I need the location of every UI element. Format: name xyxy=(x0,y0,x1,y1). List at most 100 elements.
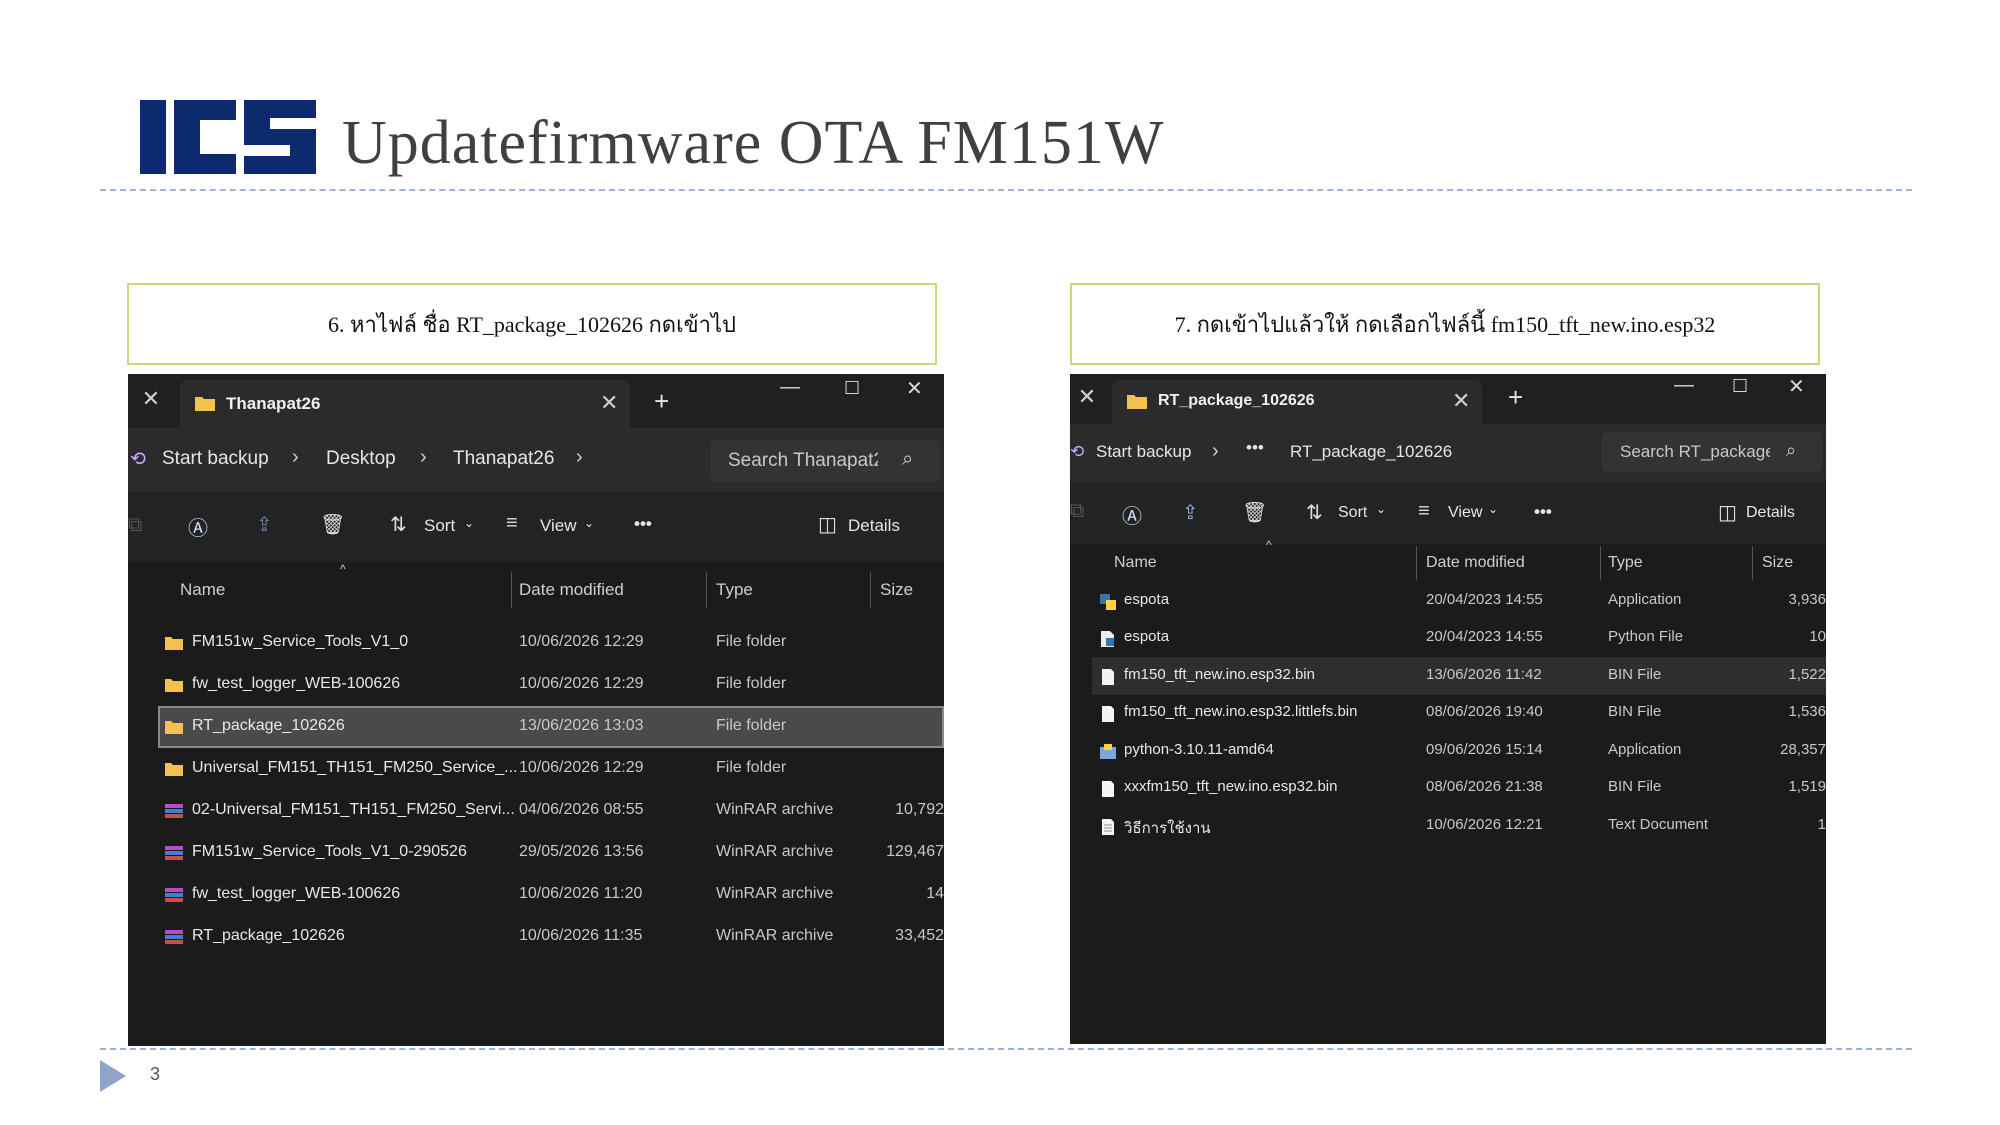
file-type: BIN File xyxy=(1608,703,1662,721)
sort-button[interactable]: Sort xyxy=(424,516,455,536)
file-row[interactable]: espota 20/04/2023 14:55 Python File 10 xyxy=(1092,620,1826,658)
file-row[interactable]: RT_package_102626 13/06/2026 13:03 File fo… xyxy=(158,706,944,748)
details-button[interactable]: Details xyxy=(848,516,900,536)
breadcrumb-overflow[interactable]: ••• xyxy=(1246,438,1264,458)
close-icon[interactable]: ✕ xyxy=(1452,388,1470,414)
close-tab-icon[interactable]: ✕ xyxy=(1074,384,1100,410)
chevron-right-icon[interactable]: › xyxy=(420,446,427,469)
step-6-text: 6. หาไฟล์ ชื่อ RT_package_102626 กดเข้าไ… xyxy=(327,311,737,337)
file-type: File folder xyxy=(716,717,787,734)
close-icon[interactable]: ✕ xyxy=(600,390,618,416)
breadcrumb-start-backup[interactable]: Start backup xyxy=(162,448,269,470)
file-row[interactable]: วิธีการใช้งาน 10/06/2026 12:21 Text Docume… xyxy=(1092,807,1826,845)
file-date-modified: 09/06/2026 15:14 xyxy=(1426,740,1543,758)
close-window-button[interactable]: ✕ xyxy=(906,376,923,401)
view-button[interactable]: View xyxy=(540,516,577,536)
column-date-modified[interactable]: Date modified xyxy=(1426,554,1525,572)
maximize-button[interactable]: ☐ xyxy=(844,378,860,399)
sort-button[interactable]: Sort xyxy=(1338,504,1367,522)
breadcrumb-thanapat26[interactable]: Thanapat26 xyxy=(453,448,554,470)
chevron-down-icon[interactable]: ⌄ xyxy=(584,516,594,530)
breadcrumb-rt-package[interactable]: RT_package_102626 xyxy=(1290,442,1452,462)
file-row[interactable]: fm150_tft_new.ino.esp32.bin 13/06/2026 11… xyxy=(1092,657,1826,695)
copy-icon[interactable]: ⧉ xyxy=(1070,500,1084,523)
breadcrumb-start-backup[interactable]: Start backup xyxy=(1096,442,1191,462)
chevron-down-icon[interactable]: ⌄ xyxy=(464,516,474,530)
installer-icon xyxy=(1098,743,1118,759)
chevron-right-icon[interactable]: › xyxy=(292,446,299,469)
file-row[interactable]: Universal_FM151_TH151_FM250_Service_... 1… xyxy=(158,748,944,790)
column-size[interactable]: Size xyxy=(1762,554,1793,572)
column-divider[interactable] xyxy=(511,572,512,608)
delete-icon[interactable]: 🗑 xyxy=(1242,500,1267,525)
file-date-modified: 10/06/2026 11:20 xyxy=(519,885,643,902)
column-size[interactable]: Size xyxy=(880,580,913,600)
tab-thanapat26[interactable]: Thanapat26 ✕ xyxy=(180,380,630,428)
file-row[interactable]: espota 20/04/2023 14:55 Application 3,936 xyxy=(1092,582,1826,620)
tab-bar: ✕ Thanapat26 ✕ + — ☐ ✕ xyxy=(128,374,944,428)
column-divider[interactable] xyxy=(870,572,871,608)
column-divider[interactable] xyxy=(1752,546,1753,580)
file-type: File folder xyxy=(716,633,787,650)
chevron-right-icon[interactable]: › xyxy=(1212,440,1219,463)
column-divider[interactable] xyxy=(1600,546,1601,580)
column-type[interactable]: Type xyxy=(716,580,753,600)
close-window-button[interactable]: ✕ xyxy=(1788,374,1805,399)
rename-icon[interactable]: Ⓐ xyxy=(188,512,208,541)
chevron-down-icon[interactable]: ⌄ xyxy=(1488,502,1498,516)
file-list: Name ^ Date modified Type Size FM151w_Se… xyxy=(128,562,944,1028)
view-icon[interactable]: ≡ xyxy=(506,512,518,535)
search-input[interactable]: Search Thanapat26 ⌕ xyxy=(710,440,940,482)
minimize-button[interactable]: — xyxy=(1674,374,1694,397)
column-divider[interactable] xyxy=(1416,546,1417,580)
file-row[interactable]: xxxfm150_tft_new.ino.esp32.bin 08/06/2026… xyxy=(1092,770,1826,808)
view-button[interactable]: View xyxy=(1448,504,1482,522)
file-row[interactable]: python-3.10.11-amd64 09/06/2026 15:14 Appl… xyxy=(1092,732,1826,770)
file-row[interactable]: 02-Universal_FM151_TH151_FM250_Servi... 0… xyxy=(158,790,944,832)
close-tab-icon[interactable]: ✕ xyxy=(138,386,164,412)
rename-icon[interactable]: Ⓐ xyxy=(1122,500,1142,529)
file-date-modified: 13/06/2026 11:42 xyxy=(1426,665,1542,683)
file-name: fm150_tft_new.ino.esp32.littlefs.bin xyxy=(1124,703,1358,721)
new-tab-button[interactable]: + xyxy=(1508,382,1523,413)
tab-label: Thanapat26 xyxy=(226,394,321,413)
delete-icon[interactable]: 🗑 xyxy=(320,512,345,537)
folder-icon xyxy=(195,397,215,411)
file-row[interactable]: fm150_tft_new.ino.esp32.littlefs.bin 08/0… xyxy=(1092,695,1826,733)
file-date-modified: 13/06/2026 13:03 xyxy=(519,717,644,734)
more-options-button[interactable]: ••• xyxy=(634,514,652,534)
new-tab-button[interactable]: + xyxy=(654,386,669,417)
file-row[interactable]: FM151w_Service_Tools_V1_0-290526 29/05/20… xyxy=(158,832,944,874)
file-row[interactable]: RT_package_102626 10/06/2026 11:35 WinRAR … xyxy=(158,916,944,958)
search-input[interactable]: Search RT_package_102626 ⌕ xyxy=(1602,432,1822,472)
chevron-right-icon[interactable]: › xyxy=(576,446,583,469)
breadcrumb-desktop[interactable]: Desktop xyxy=(326,448,396,470)
column-name[interactable]: Name xyxy=(1114,554,1157,572)
view-icon[interactable]: ≡ xyxy=(1418,500,1430,523)
file-size: 129,467 xyxy=(886,843,944,860)
details-button[interactable]: Details xyxy=(1746,504,1795,522)
sort-icon[interactable]: ⇅ xyxy=(1306,500,1323,525)
column-type[interactable]: Type xyxy=(1608,554,1643,572)
file-row[interactable]: FM151w_Service_Tools_V1_0 10/06/2026 12:2… xyxy=(158,622,944,664)
file-row[interactable]: fw_test_logger_WEB-100626 10/06/2026 11:2… xyxy=(158,874,944,916)
winrar-icon xyxy=(164,929,184,945)
copy-icon[interactable]: ⧉ xyxy=(128,514,142,537)
file-name: espota xyxy=(1124,628,1170,646)
maximize-button[interactable]: ☐ xyxy=(1732,376,1748,397)
column-divider[interactable] xyxy=(706,572,707,608)
more-options-button[interactable]: ••• xyxy=(1534,502,1552,522)
sort-icon[interactable]: ⇅ xyxy=(390,512,407,537)
share-icon[interactable]: ⇪ xyxy=(1182,500,1199,525)
minimize-button[interactable]: — xyxy=(780,376,800,399)
column-date-modified[interactable]: Date modified xyxy=(519,580,624,600)
chevron-down-icon[interactable]: ⌄ xyxy=(1376,502,1386,516)
file-row[interactable]: fw_test_logger_WEB-100626 10/06/2026 12:2… xyxy=(158,664,944,706)
tab-rt-package[interactable]: RT_package_102626 ✕ xyxy=(1112,380,1482,424)
search-placeholder: Search Thanapat26 xyxy=(728,450,878,471)
details-pane-icon[interactable]: ◫ xyxy=(818,512,837,537)
details-pane-icon[interactable]: ◫ xyxy=(1718,500,1737,525)
column-name[interactable]: Name xyxy=(180,580,225,600)
share-icon[interactable]: ⇪ xyxy=(256,512,273,537)
winrar-icon xyxy=(164,887,184,903)
